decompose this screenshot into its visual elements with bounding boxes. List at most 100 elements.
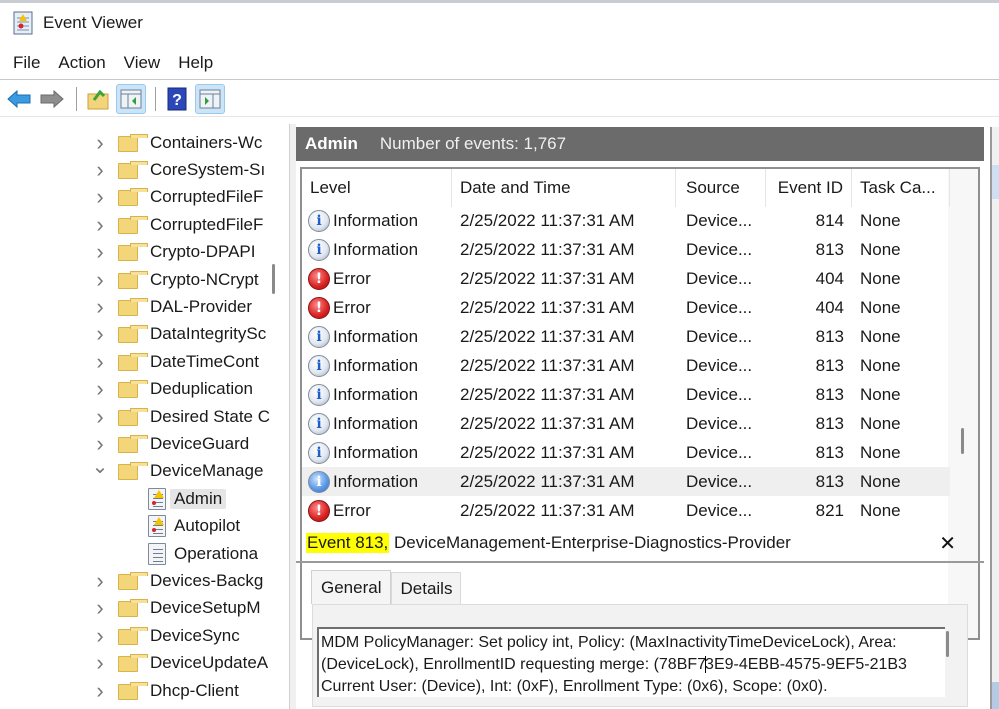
column-event-id[interactable]: Event ID — [766, 169, 852, 207]
level-text: Information — [333, 471, 419, 491]
tree-log-item[interactable]: Operationa — [148, 540, 258, 567]
chevron-right-icon[interactable]: › — [92, 568, 108, 594]
cell-event-id: 814 — [815, 210, 844, 230]
event-row[interactable]: ! Error 2/25/2022 11:37:31 AM Device... 404 N… — [302, 264, 950, 293]
level-text: Error — [333, 297, 371, 317]
column-task-category[interactable]: Task Ca... — [852, 169, 950, 207]
forward-button[interactable] — [37, 84, 67, 114]
chevron-right-icon[interactable]: › — [92, 678, 108, 704]
event-row[interactable]: i Information 2/25/2022 11:37:31 AM Device.… — [302, 322, 950, 351]
column-source[interactable]: Source — [676, 169, 766, 207]
chevron-right-icon[interactable]: › — [92, 349, 108, 375]
event-log-icon — [148, 542, 166, 565]
tree-folder-item[interactable]: › Desired State C — [92, 403, 270, 430]
tree-scrollbar-thumb[interactable] — [272, 264, 275, 294]
event-row[interactable]: i Information 2/25/2022 11:37:31 AM Device.… — [302, 467, 950, 496]
chevron-right-icon[interactable]: › — [92, 376, 108, 402]
chevron-right-icon[interactable]: › — [92, 267, 108, 293]
tab-details[interactable]: Details — [391, 572, 462, 604]
cell-level: ! Error — [302, 496, 452, 525]
tree-item-label: Desired State C — [150, 406, 270, 426]
grid-scrollbar-thumb[interactable] — [961, 428, 964, 454]
chevron-right-icon[interactable]: › — [92, 157, 108, 183]
log-header: Admin Number of events: 1,767 — [296, 127, 984, 161]
chevron-right-icon[interactable]: › — [92, 623, 108, 649]
tree-folder-item[interactable]: › DeviceSetupM — [92, 595, 260, 622]
tree-log-item[interactable]: Admin — [148, 485, 227, 512]
console-tree[interactable]: › Containers-Wc › CoreSystem-Sı › CorruptedFi… — [0, 124, 290, 709]
tree-folder-item[interactable]: › Containers-Wc — [92, 129, 262, 156]
information-icon: i — [308, 209, 330, 232]
cell-date-time: 2/25/2022 11:37:31 AM — [460, 268, 635, 288]
event-row[interactable]: i Information 2/25/2022 11:37:31 AM Device.… — [302, 438, 950, 467]
tree-folder-item[interactable]: › DateTimeCont — [92, 348, 259, 375]
description-scrollbar-thumb[interactable] — [946, 631, 949, 657]
folder-icon — [118, 626, 148, 645]
show-hide-console-tree-button[interactable] — [116, 83, 146, 114]
tab-general[interactable]: General — [311, 570, 392, 604]
back-button[interactable] — [4, 84, 34, 114]
tree-folder-item[interactable]: › DataIntegritySc — [92, 321, 266, 348]
tree-item-label: DataIntegritySc — [150, 324, 267, 344]
event-count: Number of events: 1,767 — [379, 134, 567, 153]
tree-folder-item[interactable]: › DAL-Provider — [92, 293, 252, 320]
event-row[interactable]: i Information 2/25/2022 11:37:31 AM Device.… — [302, 206, 950, 235]
chevron-right-icon[interactable]: › — [92, 184, 108, 210]
event-description[interactable]: MDM PolicyManager: Set policy int, Polic… — [317, 627, 945, 697]
folder-icon — [118, 407, 148, 426]
tree-folder-item[interactable]: › DeviceSync — [92, 622, 239, 649]
column-level[interactable]: Level — [302, 169, 452, 207]
event-row[interactable]: i Information 2/25/2022 11:37:31 AM Device.… — [302, 351, 950, 380]
menu-action[interactable]: Action — [49, 53, 114, 73]
chevron-right-icon[interactable]: › — [92, 404, 108, 430]
tree-folder-item[interactable]: › Dhcp-Client — [92, 677, 238, 704]
tree-folder-item[interactable]: › CorruptedFileF — [92, 184, 263, 211]
event-row[interactable]: ! Error 2/25/2022 11:37:31 AM Device... 404 N… — [302, 293, 950, 322]
tree-item-label: CorruptedFileF — [150, 187, 264, 207]
description-line: MDM PolicyManager: Set policy int, Polic… — [321, 634, 897, 651]
tree-folder-item[interactable]: › Deduplication — [92, 376, 253, 403]
cell-task-category: None — [860, 239, 901, 259]
event-row[interactable]: ! Error 2/25/2022 11:37:31 AM Device... 821 N… — [302, 496, 950, 525]
cell-event-id: 813 — [815, 355, 844, 375]
chevron-right-icon[interactable]: › — [92, 595, 108, 621]
tree-folder-item[interactable]: › CorruptedFileF — [92, 211, 263, 238]
close-icon[interactable]: ✕ — [939, 531, 956, 556]
cell-date-time: 2/25/2022 11:37:31 AM — [460, 413, 635, 433]
tree-folder-item[interactable]: › CoreSystem-Sı — [92, 156, 265, 183]
event-row[interactable]: i Information 2/25/2022 11:37:31 AM Device.… — [302, 380, 950, 409]
column-date-time[interactable]: Date and Time — [452, 169, 676, 207]
chevron-right-icon[interactable]: › — [92, 650, 108, 676]
chevron-right-icon[interactable]: › — [92, 239, 108, 265]
menu-help[interactable]: Help — [169, 53, 222, 73]
chevron-down-icon[interactable]: ⌄ — [92, 454, 109, 479]
tree-folder-item[interactable]: › Devices-Backg — [92, 567, 263, 594]
tree-folder-item[interactable]: › DeviceUpdateA — [92, 650, 268, 677]
cell-date-time: 2/25/2022 11:37:31 AM — [460, 239, 635, 259]
show-hide-action-pane-button[interactable] — [195, 83, 225, 114]
event-row[interactable]: i Information 2/25/2022 11:37:31 AM Device.… — [302, 409, 950, 438]
tree-folder-item[interactable]: › DeviceGuard — [92, 430, 249, 457]
tree-log-item[interactable]: Autopilot — [148, 513, 240, 540]
actions-pane-selected-item[interactable] — [992, 165, 999, 199]
menu-file[interactable]: File — [4, 53, 49, 73]
folder-icon — [118, 380, 148, 399]
open-saved-log-button[interactable] — [83, 84, 113, 114]
cell-task-category: None — [860, 326, 901, 346]
event-row[interactable]: i Information 2/25/2022 11:37:31 AM Device.… — [302, 235, 950, 264]
chevron-right-icon[interactable]: › — [92, 321, 108, 347]
level-text: Information — [333, 442, 419, 462]
chevron-right-icon[interactable]: › — [92, 294, 108, 320]
cell-event-id: 813 — [815, 471, 844, 491]
tree-folder-item[interactable]: › Crypto-NCrypt — [92, 266, 258, 293]
help-button[interactable]: ? — [162, 84, 192, 114]
tree-folder-item[interactable]: › Crypto-DPAPI — [92, 239, 255, 266]
tree-folder-item[interactable]: ⌄ DeviceManage — [92, 456, 263, 485]
detail-tabs: General Details — [311, 570, 462, 604]
chevron-right-icon[interactable]: › — [92, 212, 108, 238]
description-line: (DeviceLock), EnrollmentID requesting me… — [321, 656, 907, 674]
menu-view[interactable]: View — [115, 53, 170, 73]
actions-pane-item[interactable] — [992, 682, 999, 709]
actions-pane[interactable] — [990, 127, 999, 709]
chevron-right-icon[interactable]: › — [92, 130, 108, 156]
